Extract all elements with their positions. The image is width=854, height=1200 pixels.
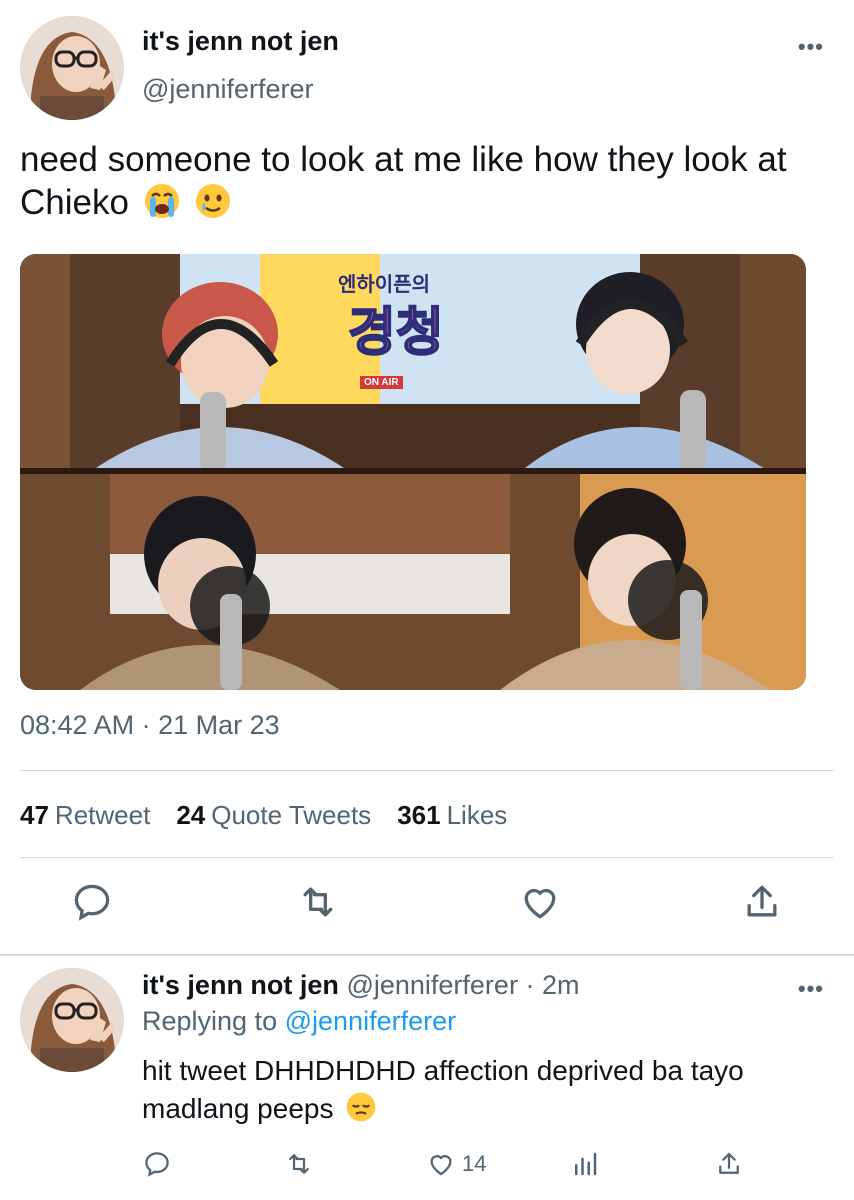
tweet-action-bar — [0, 880, 854, 936]
tweet-text: need someone to look at me like how they… — [20, 138, 820, 224]
retweets-stat[interactable]: 47 Retweet — [20, 800, 150, 831]
media-overlay-big-title: 경청 — [347, 302, 445, 364]
media-on-air-badge: ON AIR — [360, 376, 403, 389]
reply-icon — [145, 1152, 169, 1177]
reply-like-button[interactable]: 14 — [426, 1146, 486, 1182]
reply-action-bar: 14 — [0, 1146, 854, 1186]
tweet-timestamp[interactable]: 08:42 AM · 21 Mar 23 — [20, 710, 280, 741]
divider — [20, 857, 834, 858]
tweet-body: need someone to look at me like how they… — [20, 140, 787, 222]
reply-share-button[interactable] — [714, 1146, 744, 1182]
likes-stat[interactable]: 361 Likes — [397, 800, 507, 831]
replying-to-handle[interactable]: @jenniferferer — [285, 1006, 456, 1036]
reply-header: it's jenn not jen @jenniferferer · 2m — [142, 970, 579, 1001]
reply-like-count: 14 — [462, 1151, 487, 1176]
tweet-stats: 47 Retweet 24 Quote Tweets 361 Likes — [20, 800, 507, 831]
like-icon — [430, 1155, 452, 1176]
retweet-icon[interactable] — [296, 880, 340, 924]
reply-body: hit tweet DHHDHDHD affection deprived ba… — [142, 1055, 744, 1124]
divider — [20, 770, 834, 771]
reply-time: · 2m — [525, 970, 580, 1000]
pensive-face-emoji — [345, 1091, 377, 1123]
face-holding-back-tears-emoji — [194, 182, 232, 220]
author-avatar[interactable] — [20, 16, 124, 120]
share-icon[interactable] — [740, 880, 784, 924]
reply-author-avatar[interactable] — [20, 968, 124, 1072]
author-handle[interactable]: @jenniferferer — [142, 74, 313, 105]
retweet-icon — [289, 1154, 309, 1174]
reply-icon[interactable] — [70, 880, 114, 924]
loudly-crying-face-emoji — [143, 182, 181, 220]
quote-tweets-stat[interactable]: 24 Quote Tweets — [176, 800, 371, 831]
replying-to: Replying to @jenniferferer — [142, 1006, 456, 1037]
author-name[interactable]: it's jenn not jen — [142, 26, 339, 57]
reply-author-name[interactable]: it's jenn not jen — [142, 970, 339, 1000]
tweet-media-image[interactable]: 엔하이픈의 경청 ON AIR — [20, 254, 806, 690]
share-icon — [719, 1152, 739, 1174]
reply-analytics-button[interactable] — [570, 1146, 600, 1182]
like-icon[interactable] — [518, 880, 562, 924]
reply-author-handle[interactable]: @jenniferferer — [346, 970, 517, 1000]
analytics-icon — [575, 1152, 597, 1176]
reply-text: hit tweet DHHDHDHD affection deprived ba… — [142, 1052, 832, 1128]
reply-reply-button[interactable] — [142, 1146, 172, 1182]
replying-to-label: Replying to — [142, 1006, 278, 1036]
reply-more-icon[interactable]: ••• — [798, 976, 824, 1002]
more-icon[interactable]: ••• — [798, 34, 824, 60]
section-divider — [0, 954, 854, 956]
reply-retweet-button[interactable] — [284, 1146, 314, 1182]
